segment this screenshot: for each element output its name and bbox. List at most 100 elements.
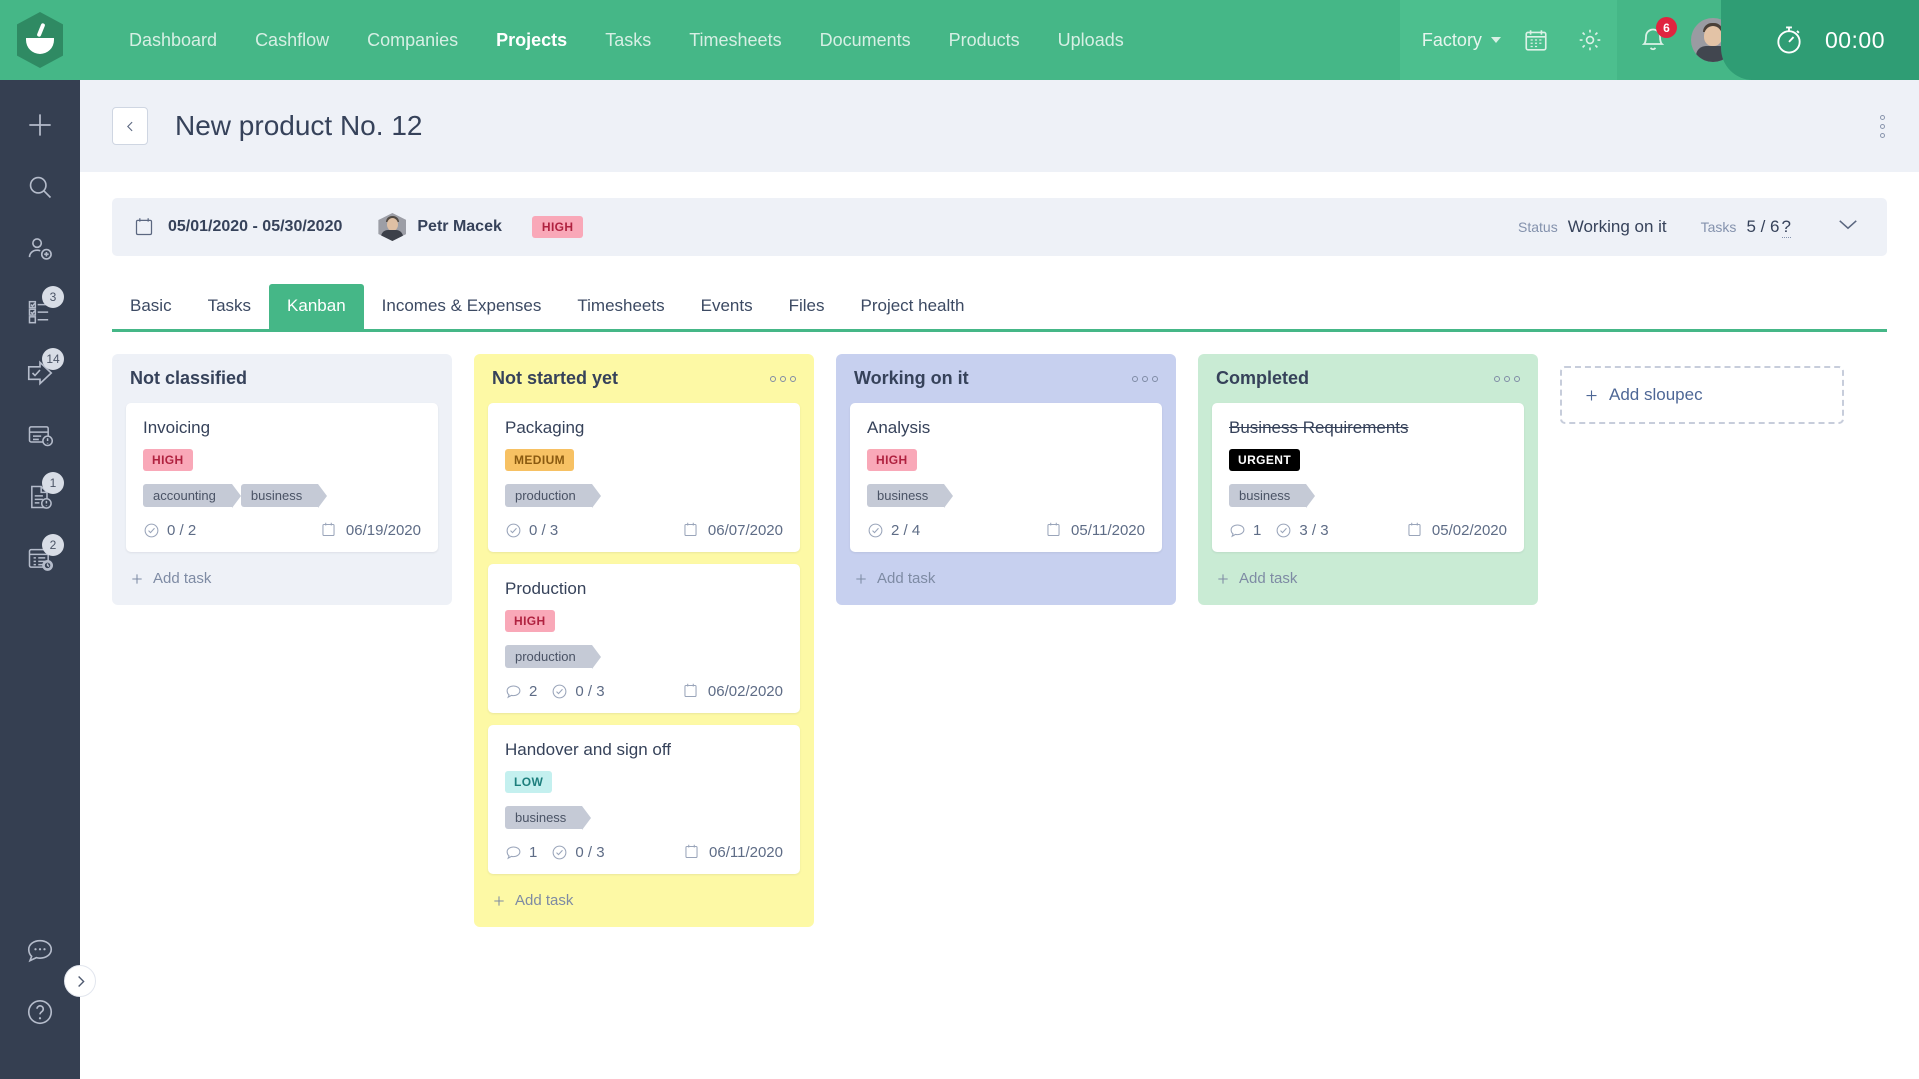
kanban-card[interactable]: Handover and sign offLOWbusiness10 / 306… [488,725,800,874]
page-title: New product No. 12 [175,110,422,142]
search-icon[interactable] [0,156,80,218]
column-header: Not classified [112,368,452,403]
tab-kanban[interactable]: Kanban [269,284,364,329]
collapse-summary-button[interactable] [1831,212,1865,242]
nav-link-tasks[interactable]: Tasks [586,0,670,80]
timer-value: 00:00 [1825,27,1885,54]
add-task-label: Add task [153,570,211,587]
app-logo[interactable] [0,0,80,80]
card-tags: business [505,806,783,829]
card-tag[interactable]: business [867,484,944,507]
kanban-card[interactable]: Analysis HIGH business 2 / 4 05/11/2020 [850,403,1162,552]
card-tag[interactable]: accounting [143,484,232,507]
add-user-icon[interactable] [0,218,80,280]
add-column-button[interactable]: Add sloupec [1560,366,1844,424]
back-button[interactable] [112,107,148,145]
card-priority-badge: HIGH [505,610,555,632]
check-circle-icon [505,522,522,539]
column-menu-button[interactable] [1494,376,1520,382]
check-circle-icon [1275,522,1292,539]
card-title: Analysis [867,418,1145,438]
nav-link-companies[interactable]: Companies [348,0,477,80]
gear-icon[interactable] [1563,0,1617,80]
column-title: Working on it [854,368,969,389]
nav-link-cashflow[interactable]: Cashflow [236,0,348,80]
tab-incomes-expenses[interactable]: Incomes & Expenses [364,284,560,329]
checklist-icon[interactable]: 3 [0,280,80,342]
nav-link-timesheets[interactable]: Timesheets [670,0,800,80]
kanban-card[interactable]: ProductionHIGHproduction20 / 306/02/2020 [488,564,800,713]
status-value[interactable]: Working on it [1568,217,1667,237]
project-owner[interactable]: Petr Macek [378,213,502,241]
invoice-alert-icon[interactable] [0,404,80,466]
nav-link-dashboard[interactable]: Dashboard [110,0,236,80]
column-title: Completed [1216,368,1309,389]
column-title: Not classified [130,368,247,389]
column-header: Working on it [836,368,1176,403]
card-tags: business [1229,484,1507,507]
check-circle-icon [551,844,568,861]
column-header: Not started yet [474,368,814,403]
top-navigation-bar: DashboardCashflowCompaniesProjectsTasksT… [0,0,1919,80]
kanban-card[interactable]: PackagingMEDIUMproduction0 / 306/07/2020 [488,403,800,552]
kanban-column: Completed Business RequirementsURGENTbusi… [1198,354,1538,605]
plus-icon [130,572,144,586]
column-menu-button[interactable] [770,376,796,382]
card-due-date: 06/11/2020 [683,843,783,861]
left-icon-rail: 3 14 1 2 [0,80,80,1079]
nav-link-uploads[interactable]: Uploads [1039,0,1143,80]
tab-tasks[interactable]: Tasks [190,284,269,329]
nav-link-projects[interactable]: Projects [477,0,586,80]
due-date-icon [682,682,699,700]
tasks-help-hint[interactable]: ? [1782,217,1791,238]
documents-badge: 1 [42,472,64,494]
plus-icon [1216,572,1230,586]
expand-sidebar-button[interactable] [64,965,96,997]
context-switcher[interactable]: Factory [1400,0,1509,80]
comment-icon [505,683,522,700]
card-checklist-progress: 2 / 4 [867,522,920,539]
document-alert-icon[interactable]: 1 [0,466,80,528]
card-tag[interactable]: business [241,484,318,507]
kanban-card[interactable]: InvoicingHIGHaccountingbusiness0 / 206/1… [126,403,438,552]
card-tag[interactable]: business [1229,484,1306,507]
card-checklist-progress: 0 / 3 [505,522,558,539]
add-task-button[interactable]: Add task [1198,564,1538,605]
kanban-column: Not classifiedInvoicingHIGHaccountingbus… [112,354,452,605]
tasks-label: Tasks [1701,219,1737,235]
add-task-button[interactable]: Add task [474,886,814,927]
due-date-value: 05/11/2020 [1071,522,1145,539]
card-due-date: 06/19/2020 [320,521,421,539]
comment-count-value: 1 [529,844,537,861]
card-footer: 13 / 305/02/2020 [1229,521,1507,539]
add-task-button[interactable]: Add task [112,564,452,605]
list-clock-icon[interactable]: 2 [0,528,80,590]
tab-basic[interactable]: Basic [112,284,190,329]
page-actions-menu[interactable] [1874,109,1891,144]
tab-timesheets[interactable]: Timesheets [559,284,682,329]
tab-files[interactable]: Files [771,284,843,329]
timer-zone[interactable]: 00:00 [1751,0,1919,80]
owner-avatar [378,213,406,241]
card-title: Handover and sign off [505,740,783,760]
card-tag[interactable]: production [505,484,592,507]
column-menu-button[interactable] [1132,376,1158,382]
card-priority-badge: HIGH [867,449,917,471]
notifications-button[interactable]: 6 [1631,18,1675,62]
card-footer: 0 / 306/07/2020 [505,521,783,539]
card-tag[interactable]: production [505,645,592,668]
add-task-label: Add task [515,892,573,909]
plus-icon[interactable] [0,94,80,156]
card-tag[interactable]: business [505,806,582,829]
nav-link-documents[interactable]: Documents [801,0,930,80]
tab-events[interactable]: Events [683,284,771,329]
tab-project-health[interactable]: Project health [843,284,983,329]
card-tags: production [505,484,783,507]
calendar-icon[interactable] [1509,0,1563,80]
add-task-button[interactable]: Add task [836,564,1176,605]
card-footer: 2 / 4 05/11/2020 [867,521,1145,539]
kanban-column: Not started yetPackagingMEDIUMproduction… [474,354,814,927]
nav-link-products[interactable]: Products [930,0,1039,80]
arrow-check-icon[interactable]: 14 [0,342,80,404]
kanban-card[interactable]: Business RequirementsURGENTbusiness13 / … [1212,403,1524,552]
